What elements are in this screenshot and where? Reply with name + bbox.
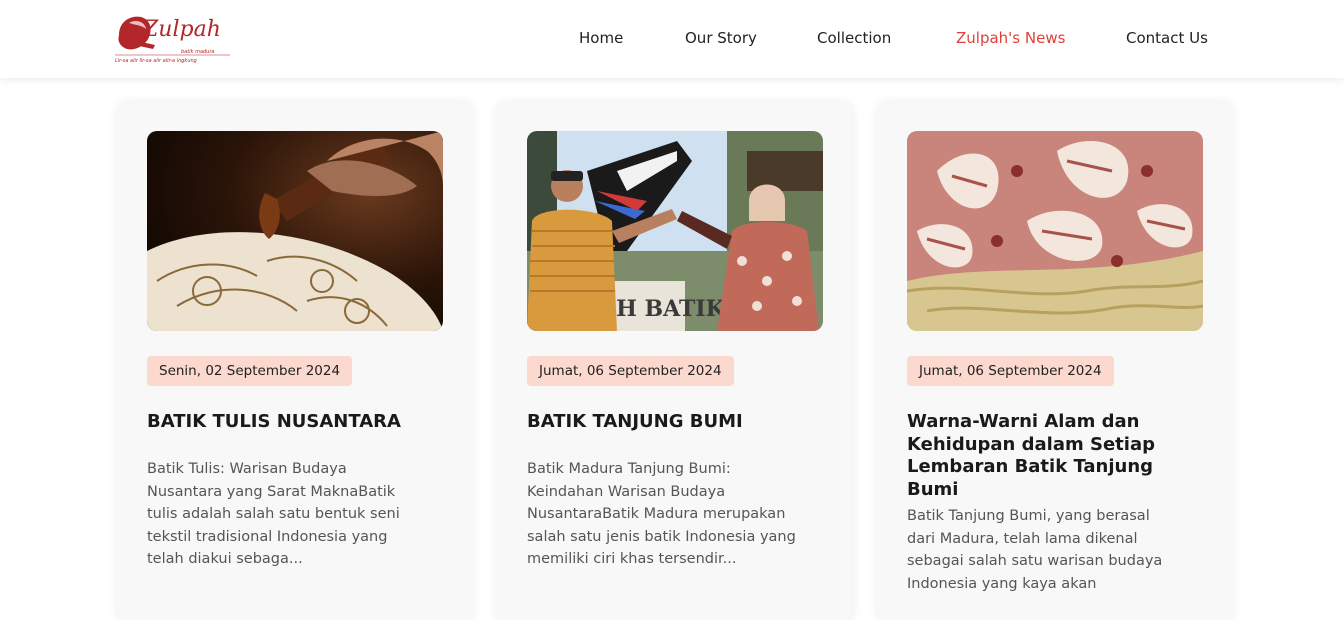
- batik-fabric-photo: [907, 131, 1203, 331]
- batik-sign-text: AH BATIK: [598, 296, 726, 322]
- nav-zulpahs-news[interactable]: Zulpah's News: [956, 28, 1065, 48]
- news-card[interactable]: Jumat, 06 September 2024 Warna-Warni Ala…: [877, 100, 1233, 620]
- news-title[interactable]: Warna-Warni Alam dan Kehidupan dalam Set…: [907, 411, 1207, 501]
- news-section: Senin, 02 September 2024 BATIK TULIS NUS…: [0, 78, 1344, 620]
- news-card[interactable]: Senin, 02 September 2024 BATIK TULIS NUS…: [117, 100, 473, 620]
- news-date: Jumat, 06 September 2024: [907, 356, 1114, 386]
- news-title[interactable]: BATIK TULIS NUSANTARA: [147, 411, 447, 434]
- nav-collection[interactable]: Collection: [817, 28, 891, 48]
- batik-canting-photo: [147, 131, 443, 331]
- news-excerpt: Batik Tanjung Bumi, yang berasal dari Ma…: [907, 508, 1163, 592]
- main-nav: Home Our Story Collection Zulpah's News …: [0, 28, 1344, 50]
- news-date: Senin, 02 September 2024: [147, 356, 353, 386]
- news-image-batik-fabric[interactable]: [907, 131, 1203, 331]
- news-image-batik-canting[interactable]: [147, 131, 443, 331]
- news-excerpt: Batik Tulis: Warisan Budaya Nusantara ya…: [147, 461, 400, 567]
- tanjung-bumi-people-photo: AH BATIK: [527, 131, 823, 331]
- news-date: Jumat, 06 September 2024: [527, 356, 734, 386]
- site-header: Zulpah batik madura Lir-sa alir lir-sa a…: [0, 0, 1344, 78]
- nav-home[interactable]: Home: [579, 28, 623, 48]
- news-title[interactable]: BATIK TANJUNG BUMI: [527, 411, 827, 434]
- nav-contact-us[interactable]: Contact Us: [1126, 28, 1208, 48]
- nav-our-story[interactable]: Our Story: [685, 28, 757, 48]
- news-image-tanjung-bumi[interactable]: AH BATIK: [527, 131, 823, 331]
- logo-tagline: Lir-sa alir lir-sa alir alir-a ingkung: [115, 58, 197, 64]
- news-excerpt: Batik Madura Tanjung Bumi: Keindahan War…: [527, 461, 796, 567]
- news-card[interactable]: AH BATIK Jumat, 06 September 2024 BATIK …: [497, 100, 853, 620]
